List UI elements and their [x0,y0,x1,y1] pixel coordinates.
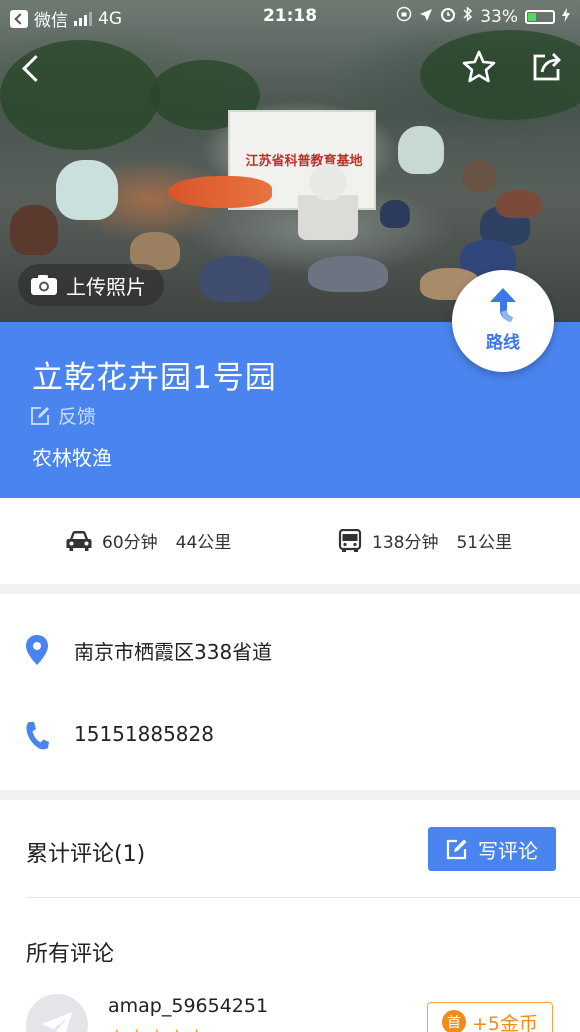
travel-options: 60分钟 44公里 138分钟 51公里 [0,498,580,584]
car-icon [66,530,92,551]
route-label: 路线 [486,333,520,353]
location-pin-icon [26,635,48,665]
camera-icon [31,275,57,295]
drive-option[interactable]: 60分钟 44公里 [66,528,231,553]
photo-bust-sculpture [298,160,358,240]
photo-pot [56,160,118,220]
photo-pot [200,256,270,302]
write-review-label: 写评论 [478,838,538,863]
photo-pot [398,126,444,174]
upload-photo-label: 上传照片 [66,274,146,299]
back-button[interactable] [14,50,50,86]
section-divider [0,790,580,800]
route-button[interactable]: 路线 [452,270,554,372]
paper-plane-icon [42,1012,72,1032]
transit-distance: 51公里 [456,533,513,553]
route-arrow-icon [490,288,516,322]
all-reviews-title: 所有评论 [26,942,115,967]
address-row[interactable]: 南京市栖霞区338省道 [0,606,580,692]
divider [26,897,580,898]
photo-fish-sculpture [168,176,272,208]
bus-icon [338,528,362,552]
phone-number: 15151885828 [74,722,214,746]
drive-distance: 44公里 [175,533,232,553]
battery-icon [525,9,555,24]
star-icon [462,50,496,83]
review-rating-stars: ★★★★★ [108,1024,208,1032]
phone-icon [26,722,49,750]
section-divider [0,584,580,594]
photo-pot [10,205,58,255]
review-username: amap_59654251 [108,995,269,1017]
photo-pot [462,160,496,192]
phone-row[interactable]: 15151885828 [0,692,580,778]
location-arrow-icon [419,7,433,27]
place-category: 农林牧渔 [32,446,112,470]
favorite-button[interactable] [460,48,498,86]
share-icon [533,53,561,81]
transit-option[interactable]: 138分钟 51公里 [338,528,512,553]
charging-icon [562,7,570,27]
drive-duration: 60分钟 [102,533,158,553]
edit-icon [446,839,467,860]
upload-photo-button[interactable]: 上传照片 [18,264,164,306]
transit-duration: 138分钟 [372,533,439,553]
place-name: 立乾花卉园1号园 [32,360,277,396]
photo-pot [496,190,542,218]
address-text: 南京市栖霞区338省道 [74,640,273,664]
write-review-button[interactable]: 写评论 [428,827,556,871]
bluetooth-icon [463,6,473,27]
photo-pot [380,200,410,228]
photo-pot [308,256,388,292]
avatar[interactable] [26,994,88,1032]
feedback-button[interactable]: 反馈 [30,402,96,429]
coin-reward-badge[interactable]: 首 +5金币 [427,1002,553,1032]
photo-sign-text: 江苏省科普教育基地 [245,154,363,169]
alarm-icon [440,6,456,27]
share-button[interactable] [528,48,566,86]
coin-icon: 首 [441,1010,466,1032]
coin-reward-label: +5金币 [471,1012,538,1032]
orientation-lock-icon [396,6,412,27]
review-count-title: 累计评论(1) [26,842,146,867]
edit-icon [31,406,49,425]
feedback-label: 反馈 [58,406,97,428]
status-bar: 微信 4G 21:18 33% [0,0,580,32]
battery-percent: 33% [480,6,518,27]
